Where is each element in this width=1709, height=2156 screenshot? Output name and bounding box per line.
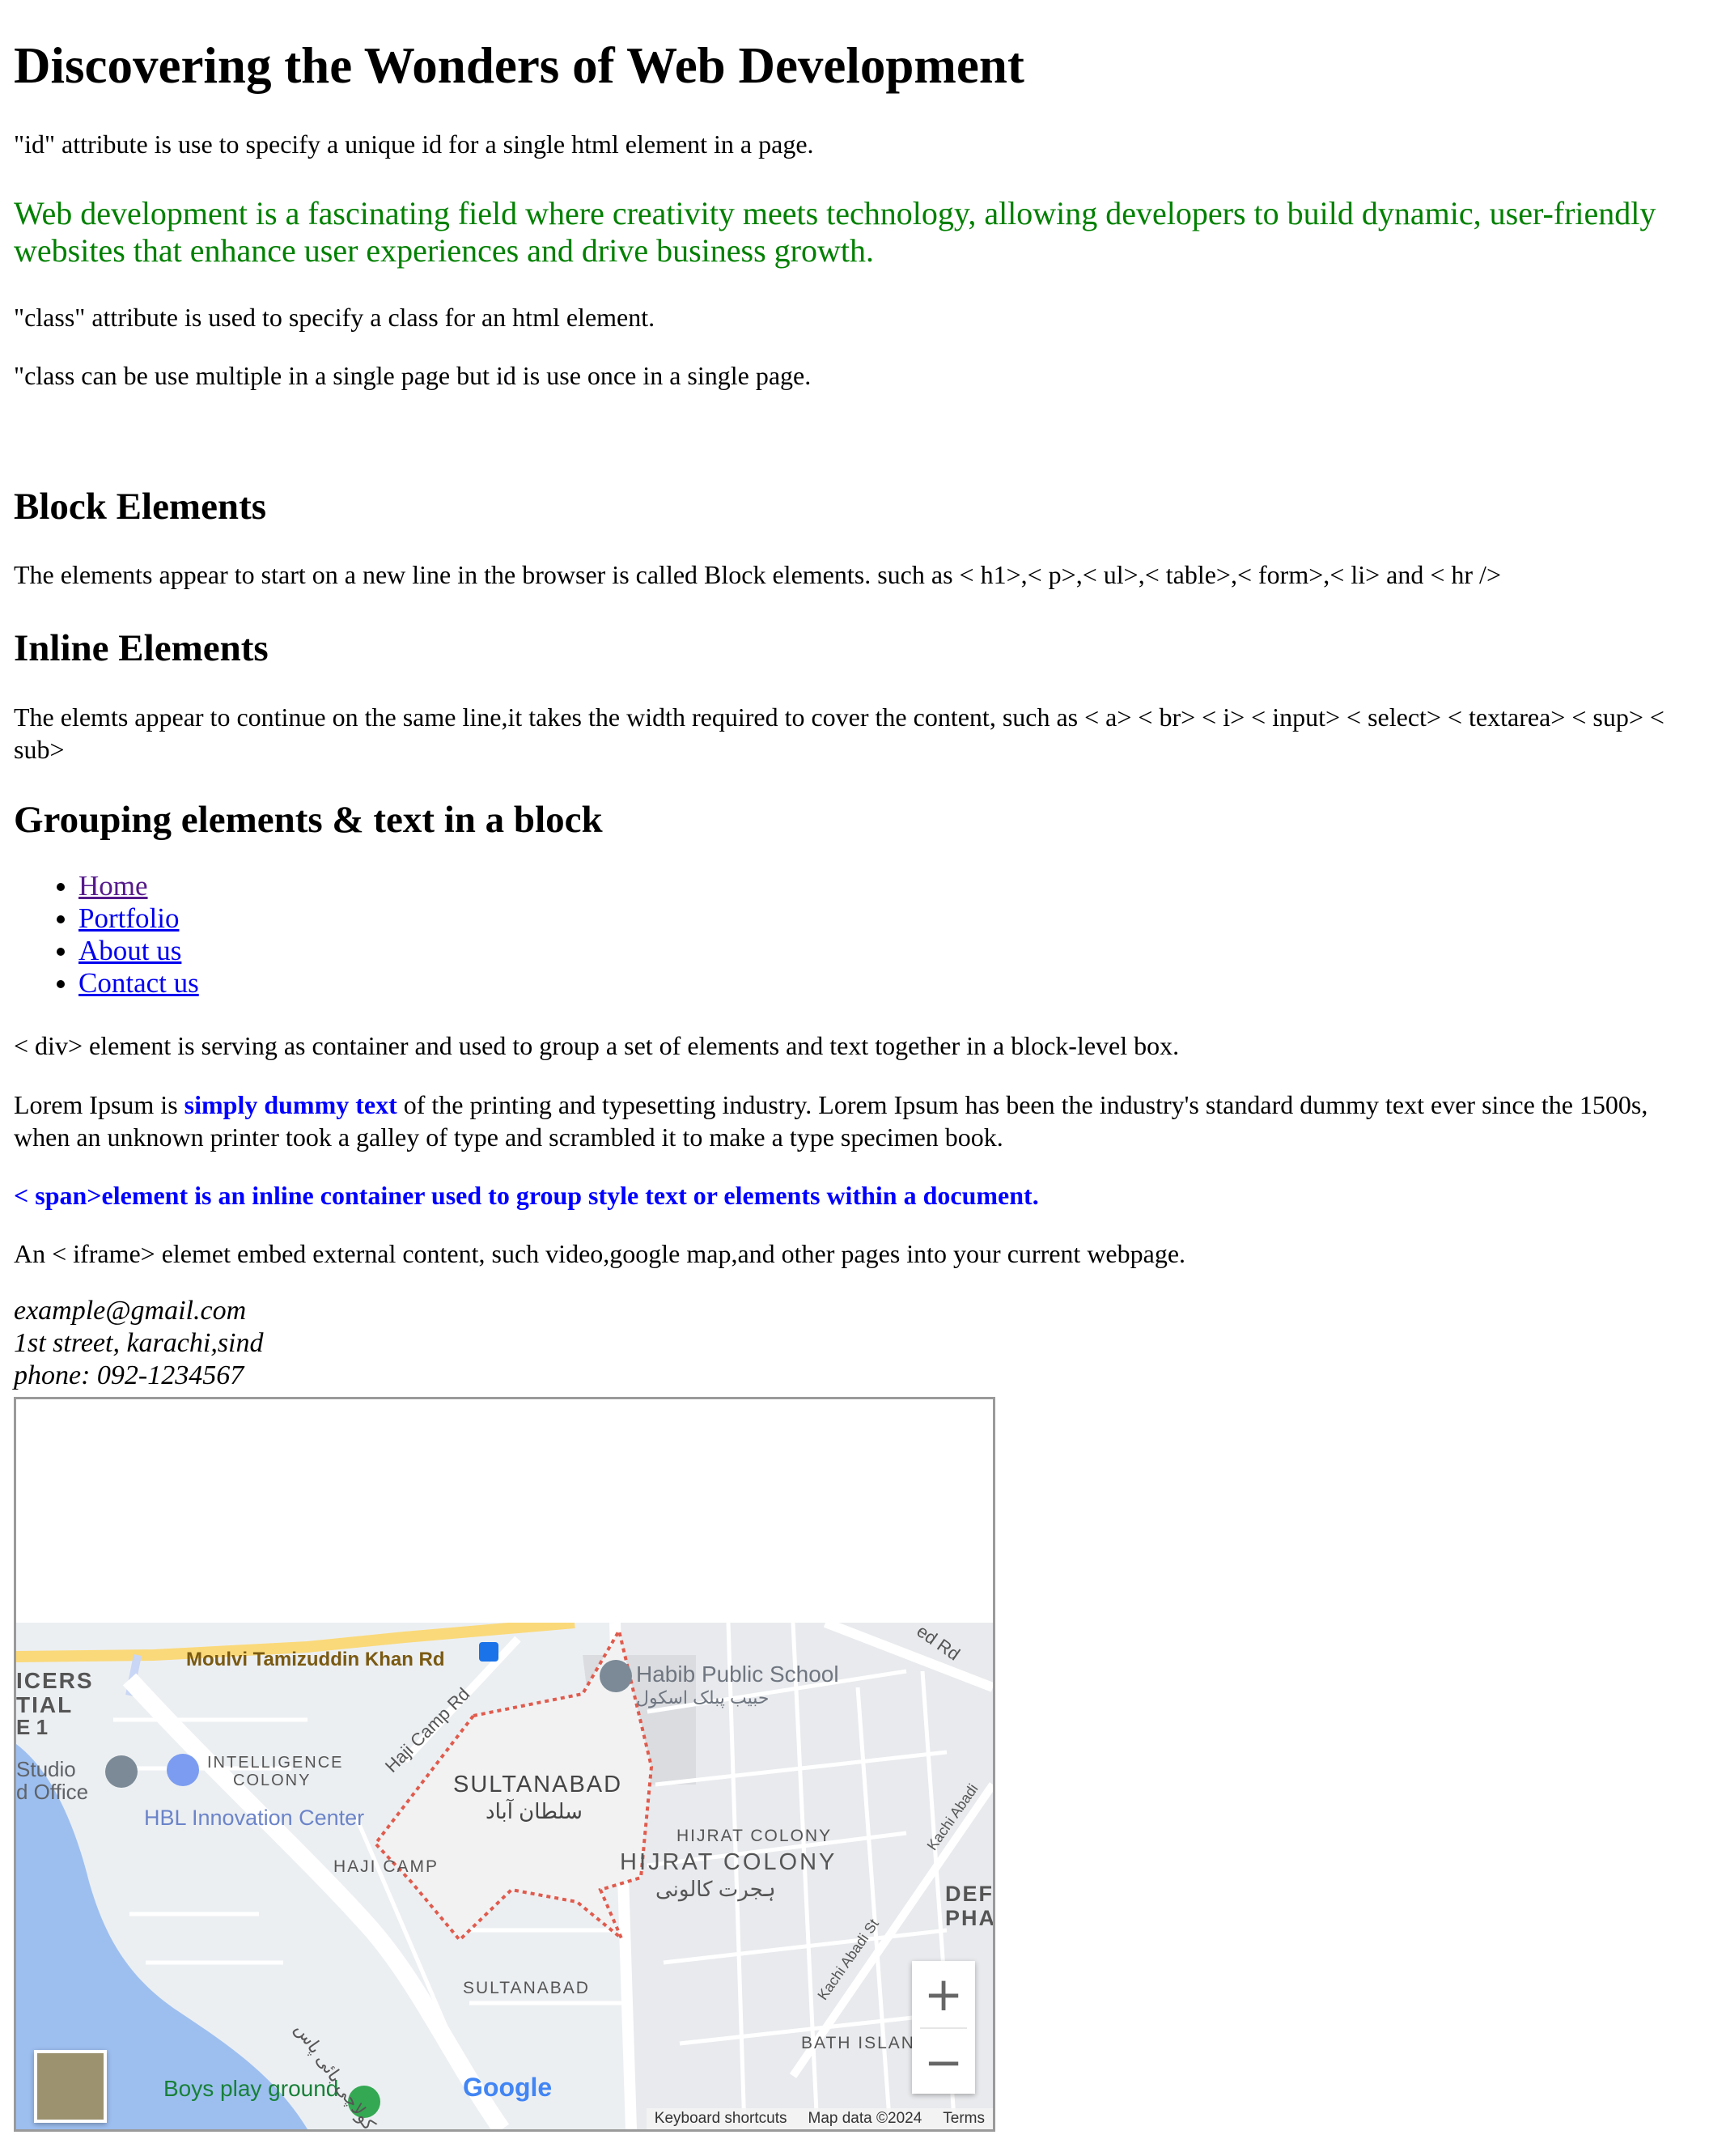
nav-item-portfolio: Portfolio (78, 902, 199, 935)
zoom-controls: + − (912, 1961, 975, 2094)
map-label-boys-ground: Boys play ground (163, 2076, 339, 2101)
address-phone: phone: 092-1234567 (14, 1360, 244, 1390)
map-label-habib: Habib Public School (636, 1662, 839, 1687)
keyboard-shortcuts-link[interactable]: Keyboard shortcuts (655, 2110, 787, 2128)
block-elements-text: The elements appear to start on a new li… (14, 560, 1501, 589)
div-note: < div> element is serving as container a… (14, 1031, 1180, 1060)
map-label-habib-urdu: حبیب پبلک اسکول (636, 1687, 770, 1708)
nav-list: Home Portfolio About us Contact us (14, 870, 199, 999)
satellite-toggle[interactable] (34, 2050, 107, 2123)
block-elements-heading: Block Elements (14, 486, 267, 528)
address-email: example@gmail.com (14, 1296, 247, 1326)
map-label-hijrat-urdu: ہجرت کالونی (655, 1877, 776, 1901)
inline-elements-heading: Inline Elements (14, 627, 269, 669)
map-label-e1: E 1 (16, 1715, 49, 1739)
span-note: < span>element is an inline container us… (14, 1181, 1039, 1210)
contact-address: example@gmail.com 1st street, karachi,si… (14, 1295, 264, 1392)
map-label-pha: PHA (945, 1906, 993, 1930)
map-label-office: d Office (16, 1780, 89, 1804)
map-label-bath-island: BATH ISLAN (801, 2034, 915, 2052)
nav-item-about: About us (78, 935, 199, 967)
class-vs-id-note: "class can be use multiple in a single p… (14, 361, 812, 390)
map-iframe[interactable]: Moulvi Tamizuddin Khan Rd Haji Camp Rd e… (14, 1397, 995, 2132)
map-label-road-top: Moulvi Tamizuddin Khan Rd (186, 1649, 445, 1670)
inline-elements-text: The elemts appear to continue on the sam… (14, 702, 1664, 764)
page-title: Discovering the Wonders of Web Developme… (14, 37, 1024, 94)
map-label-hijrat: HIJRAT COLONY (620, 1849, 838, 1875)
map-label-icers: ICERS (16, 1668, 94, 1693)
map-label-colony: COLONY (233, 1772, 312, 1789)
map-graphics (16, 1623, 993, 2129)
intro-paragraph: Web development is a fascinating field w… (14, 195, 1656, 269)
nav-link-about[interactable]: About us (78, 935, 181, 966)
zoom-out-button[interactable]: − (912, 2029, 975, 2095)
map-label-hbl: HBL Innovation Center (144, 1806, 365, 1830)
map-label-sultanabad: SULTANABAD (453, 1772, 623, 1797)
map-label-sultanabad-small: SULTANABAD (463, 1979, 590, 1997)
grouping-heading: Grouping elements & text in a block (14, 799, 603, 841)
nav-link-contact[interactable]: Contact us (78, 967, 199, 999)
map-attribution: Keyboard shortcuts Map data ©2024 Terms (646, 2108, 993, 2129)
google-map[interactable]: Moulvi Tamizuddin Khan Rd Haji Camp Rd e… (16, 1623, 993, 2129)
nav-item-home: Home (78, 870, 199, 902)
zoom-in-button[interactable]: + (912, 1961, 975, 2027)
class-note: "class" attribute is used to specify a c… (14, 303, 655, 332)
address-street: 1st street, karachi,sind (14, 1328, 264, 1358)
lorem-highlight: simply dummy text (184, 1090, 397, 1119)
map-label-hijrat-small: HIJRAT COLONY (676, 1827, 833, 1845)
map-label-def: DEF (945, 1882, 993, 1906)
id-note: "id" attribute is use to specify a uniqu… (14, 129, 814, 159)
lorem-text-start: Lorem Ipsum is (14, 1090, 184, 1119)
google-logo: Google (463, 2073, 553, 2102)
map-label-sultanabad-urdu: سلطان آباد (486, 1799, 583, 1823)
map-label-haji-camp: HAJI CAMP (333, 1857, 439, 1876)
map-label-intelligence: INTELLIGENCE (207, 1754, 344, 1772)
lorem-paragraph: Lorem Ipsum is simply dummy text of the … (14, 1089, 1697, 1153)
iframe-note: An < iframe> elemet embed external conte… (14, 1239, 1186, 1268)
map-label-studio: Studio (16, 1757, 76, 1781)
terms-link[interactable]: Terms (943, 2110, 985, 2128)
nav-item-contact: Contact us (78, 967, 199, 999)
nav-link-home[interactable]: Home (78, 870, 148, 902)
nav-link-portfolio[interactable]: Portfolio (78, 902, 179, 934)
map-data-credit: Map data ©2024 (808, 2110, 922, 2127)
